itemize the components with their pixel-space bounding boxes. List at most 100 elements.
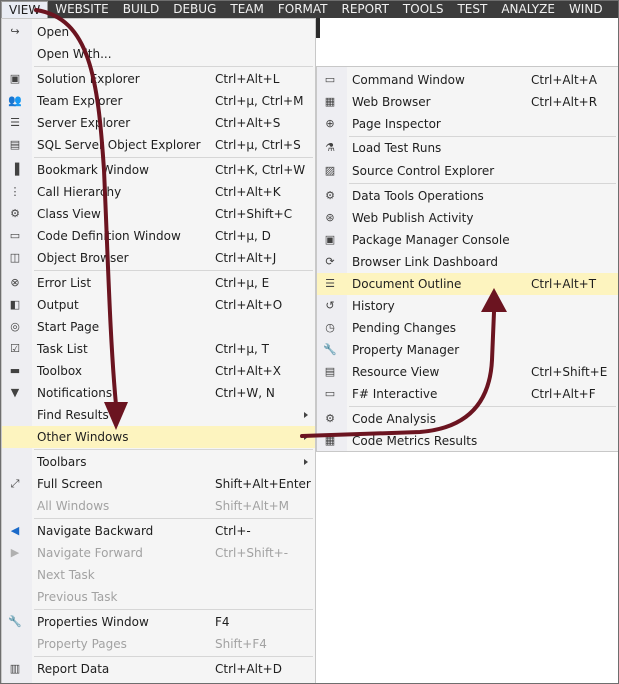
menu-separator: [349, 183, 616, 184]
editor-background: [315, 18, 617, 66]
menu-item-toolbars[interactable]: Toolbars: [2, 451, 315, 473]
menu-item-code-definition-window[interactable]: ▭ Code Definition Window Ctrl+µ, D: [2, 225, 315, 247]
menu-item-start-page[interactable]: ◎ Start Page: [2, 316, 315, 338]
menu-item-shortcut: Ctrl+µ, Ctrl+S: [215, 138, 301, 152]
menu-item-code-analysis[interactable]: ⚙ Code Analysis: [317, 408, 618, 430]
menu-view[interactable]: VIEW: [1, 1, 49, 18]
menu-item-find-results[interactable]: Find Results: [2, 404, 315, 426]
menu-item-resource-view[interactable]: ▤ Resource View Ctrl+Shift+E: [317, 361, 618, 383]
menu-item-label: Previous Task: [37, 590, 118, 604]
menu-item-server-explorer[interactable]: ☰ Server Explorer Ctrl+Alt+S: [2, 112, 315, 134]
menu-item-browser-link-dashboard[interactable]: ⟳ Browser Link Dashboard: [317, 251, 618, 273]
menu-item-label: Find Results: [37, 408, 109, 422]
menu-debug[interactable]: DEBUG: [166, 1, 223, 18]
menu-item-report-data[interactable]: ▥ Report Data Ctrl+Alt+D: [2, 658, 315, 680]
menu-item-load-test-runs[interactable]: ⚗ Load Test Runs: [317, 137, 618, 159]
menu-item-label: Web Publish Activity: [352, 211, 474, 225]
server-explorer-icon: ☰: [10, 116, 20, 129]
menu-item-properties-window[interactable]: 🔧 Properties Window F4: [2, 611, 315, 633]
menu-item-other-windows[interactable]: Other Windows: [2, 426, 315, 448]
menu-item-toolbox[interactable]: ▬ Toolbox Ctrl+Alt+X: [2, 360, 315, 382]
full-screen-icon: ⤢: [10, 477, 20, 490]
notifications-icon: ▼: [10, 386, 20, 399]
menu-item-label: Navigate Backward: [37, 524, 154, 538]
open-icon: ↪: [10, 25, 20, 38]
menu-item-label: Data Tools Operations: [352, 189, 484, 203]
submenu-arrow-icon: [304, 412, 308, 418]
menu-item-shortcut: Ctrl+Alt+J: [215, 251, 277, 265]
start-page-icon: ◎: [10, 320, 20, 333]
load-test-icon: ⚗: [325, 141, 335, 154]
menu-item-code-metrics-results[interactable]: ▦ Code Metrics Results: [317, 430, 618, 452]
menu-build[interactable]: BUILD: [116, 1, 166, 18]
menu-item-navigate-backward[interactable]: ◀ Navigate Backward Ctrl+-: [2, 520, 315, 542]
menu-item-shortcut: Ctrl+Alt+X: [215, 364, 281, 378]
menu-tools[interactable]: TOOLS: [396, 1, 451, 18]
menu-website[interactable]: WEBSITE: [48, 1, 116, 18]
menu-window[interactable]: WIND: [562, 1, 610, 18]
output-icon: ◧: [9, 298, 21, 311]
menu-item-output[interactable]: ◧ Output Ctrl+Alt+O: [2, 294, 315, 316]
command-window-icon: ▭: [324, 73, 336, 86]
menu-item-next-task[interactable]: Next Task: [2, 564, 315, 586]
menu-item-full-screen[interactable]: ⤢ Full Screen Shift+Alt+Enter: [2, 473, 315, 495]
menu-item-label: Web Browser: [352, 95, 431, 109]
menu-item-team-explorer[interactable]: 👥 Team Explorer Ctrl+µ, Ctrl+M: [2, 90, 315, 112]
menu-item-property-pages[interactable]: Property Pages Shift+F4: [2, 633, 315, 655]
menu-item-shortcut: Ctrl+Alt+D: [215, 662, 282, 676]
menu-item-fsharp-interactive[interactable]: ▭ F# Interactive Ctrl+Alt+F: [317, 383, 618, 405]
menu-item-shortcut: Ctrl+Alt+S: [215, 116, 281, 130]
menu-item-source-control-explorer[interactable]: ▨ Source Control Explorer: [317, 160, 618, 182]
report-data-icon: ▥: [9, 662, 21, 675]
menu-item-task-list[interactable]: ☑ Task List Ctrl+µ, T: [2, 338, 315, 360]
menu-report[interactable]: REPORT: [335, 1, 396, 18]
menu-item-call-hierarchy[interactable]: ⋮ Call Hierarchy Ctrl+Alt+K: [2, 181, 315, 203]
menu-item-open[interactable]: ↪ Open: [2, 21, 315, 43]
menu-item-open-with[interactable]: Open With...: [2, 43, 315, 65]
menu-separator: [34, 609, 313, 610]
menu-separator: [349, 406, 616, 407]
menu-item-web-publish-activity[interactable]: ⊛ Web Publish Activity: [317, 207, 618, 229]
menu-item-label: Task List: [37, 342, 88, 356]
menu-item-class-view[interactable]: ⚙ Class View Ctrl+Shift+C: [2, 203, 315, 225]
menu-item-shortcut: Ctrl+µ, Ctrl+M: [215, 94, 304, 108]
menu-item-label: Properties Window: [37, 615, 149, 629]
menu-item-all-windows[interactable]: All Windows Shift+Alt+M: [2, 495, 315, 517]
menu-team[interactable]: TEAM: [223, 1, 270, 18]
menu-item-label: Notifications: [37, 386, 113, 400]
code-metrics-icon: ▦: [324, 434, 336, 447]
menu-item-command-window[interactable]: ▭ Command Window Ctrl+Alt+A: [317, 69, 618, 91]
menu-item-object-browser[interactable]: ◫ Object Browser Ctrl+Alt+J: [2, 247, 315, 269]
browser-link-icon: ⟳: [325, 255, 335, 268]
menu-item-sql-server-object-explorer[interactable]: ▤ SQL Server Object Explorer Ctrl+µ, Ctr…: [2, 134, 315, 156]
menu-item-label: Code Metrics Results: [352, 434, 478, 448]
menu-item-solution-explorer[interactable]: ▣ Solution Explorer Ctrl+Alt+L: [2, 68, 315, 90]
bookmark-icon: ▐: [10, 163, 20, 176]
resource-view-icon: ▤: [324, 365, 336, 378]
menu-item-web-browser[interactable]: ▦ Web Browser Ctrl+Alt+R: [317, 91, 618, 113]
menu-test[interactable]: TEST: [450, 1, 494, 18]
menu-item-shortcut: Ctrl+Alt+A: [531, 73, 597, 87]
menu-item-pending-changes[interactable]: ◷ Pending Changes: [317, 317, 618, 339]
menu-item-package-manager-console[interactable]: ▣ Package Manager Console: [317, 229, 618, 251]
object-browser-icon: ◫: [9, 251, 21, 264]
menu-item-error-list[interactable]: ⊗ Error List Ctrl+µ, E: [2, 272, 315, 294]
menu-item-navigate-forward[interactable]: ▶ Navigate Forward Ctrl+Shift+-: [2, 542, 315, 564]
menu-item-label: History: [352, 299, 395, 313]
menu-item-history[interactable]: ↺ History: [317, 295, 618, 317]
menu-item-notifications[interactable]: ▼ Notifications Ctrl+W, N: [2, 382, 315, 404]
menu-format[interactable]: FORMAT: [271, 1, 335, 18]
submenu-arrow-icon: [304, 434, 308, 440]
menu-item-property-manager[interactable]: 🔧 Property Manager: [317, 339, 618, 361]
menu-separator: [34, 449, 313, 450]
menu-item-page-inspector[interactable]: ⊕ Page Inspector: [317, 113, 618, 135]
menu-item-data-tools-operations[interactable]: ⚙ Data Tools Operations: [317, 185, 618, 207]
menu-item-document-outline[interactable]: ☰ Document Outline Ctrl+Alt+T: [317, 273, 618, 295]
menu-item-bookmark-window[interactable]: ▐ Bookmark Window Ctrl+K, Ctrl+W: [2, 159, 315, 181]
menu-item-label: Output: [37, 298, 79, 312]
error-list-icon: ⊗: [10, 276, 20, 289]
menu-analyze[interactable]: ANALYZE: [494, 1, 562, 18]
menu-item-label: Start Page: [37, 320, 100, 334]
menu-item-previous-task[interactable]: Previous Task: [2, 586, 315, 608]
menu-item-label: Next Task: [37, 568, 95, 582]
